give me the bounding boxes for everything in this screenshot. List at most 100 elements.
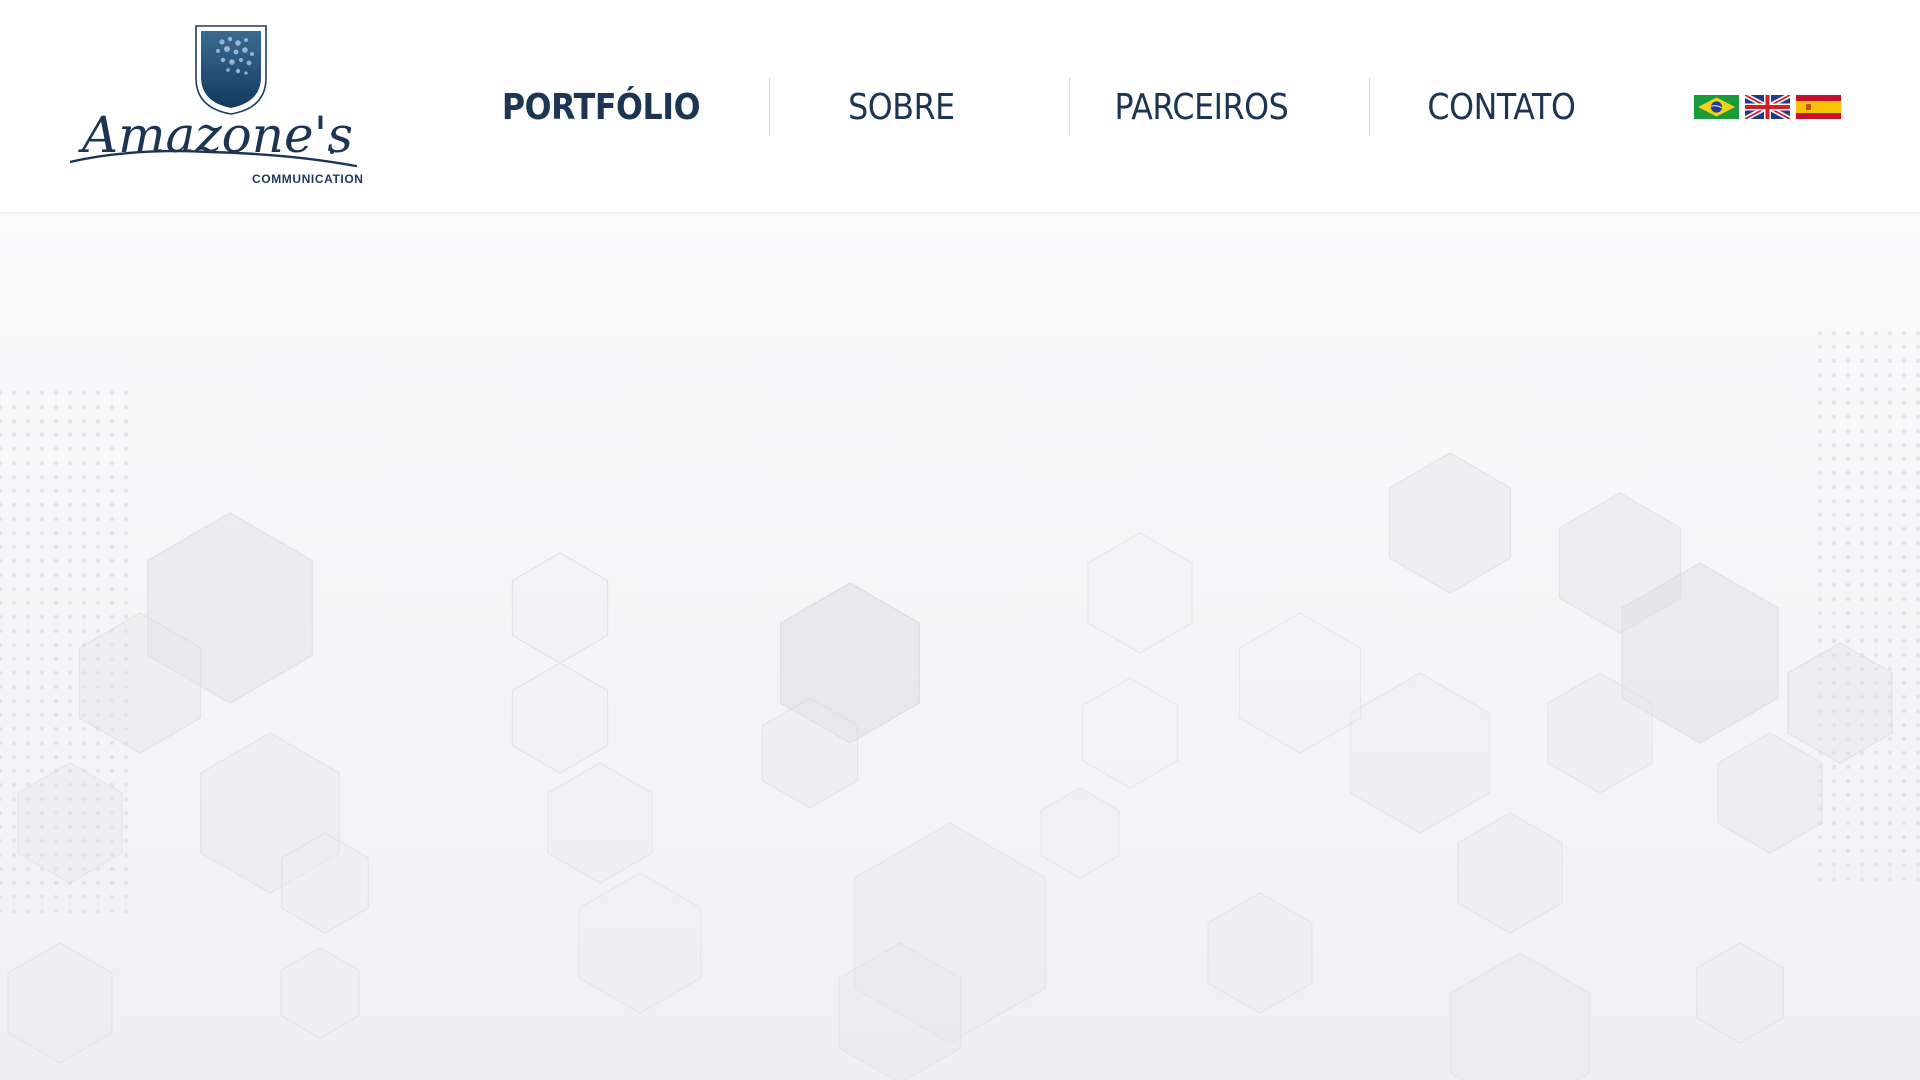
pattern-dot — [1831, 442, 1837, 448]
pattern-dot — [81, 586, 87, 592]
pattern-dot — [1845, 792, 1851, 798]
hexagon-shape — [1207, 892, 1313, 1014]
pattern-dot — [123, 908, 129, 914]
pattern-dot — [67, 754, 73, 760]
pattern-dot — [25, 656, 31, 662]
pattern-dot — [1887, 414, 1893, 420]
pattern-dot — [109, 586, 115, 592]
pattern-dot — [0, 698, 3, 704]
pattern-dot — [109, 544, 115, 550]
pattern-dot — [123, 600, 129, 606]
pattern-dot — [1915, 848, 1920, 854]
pattern-dot — [67, 656, 73, 662]
pattern-dot — [11, 824, 17, 830]
pattern-dot — [1901, 568, 1907, 574]
uk-flag-icon[interactable] — [1745, 95, 1790, 119]
pattern-dot — [1859, 554, 1865, 560]
pattern-dot — [1831, 540, 1837, 546]
hexagon-shape — [1081, 677, 1179, 789]
pattern-dot — [1873, 820, 1879, 826]
pattern-dot — [11, 404, 17, 410]
pattern-dot — [1887, 330, 1893, 336]
pattern-dot — [1859, 610, 1865, 616]
pattern-dot — [1831, 414, 1837, 420]
pattern-dot — [1859, 792, 1865, 798]
pattern-dot — [67, 474, 73, 480]
pattern-dot — [53, 726, 59, 732]
hexagon-shape — [511, 662, 609, 774]
pattern-dot — [1845, 638, 1851, 644]
pattern-dot — [1873, 554, 1879, 560]
pattern-dot — [1831, 358, 1837, 364]
pattern-dot — [1859, 876, 1865, 882]
pattern-dot — [1859, 344, 1865, 350]
pattern-dot — [123, 586, 129, 592]
pattern-dot — [1915, 624, 1920, 630]
pattern-dot — [1845, 554, 1851, 560]
pattern-dot — [11, 768, 17, 774]
pattern-dot — [0, 460, 3, 466]
pattern-dot — [109, 740, 115, 746]
pattern-dot — [1831, 526, 1837, 532]
spain-flag-icon[interactable] — [1796, 95, 1841, 119]
hexagon-shape — [1350, 672, 1490, 834]
pattern-dot — [1901, 554, 1907, 560]
pattern-dot — [1831, 554, 1837, 560]
brazil-flag-icon[interactable] — [1694, 95, 1739, 119]
pattern-dot — [95, 908, 101, 914]
nav-item-sobre[interactable]: SOBRE — [769, 78, 1033, 136]
pattern-dot — [1873, 372, 1879, 378]
nav-item-portfolio[interactable]: PORTFÓLIO — [469, 78, 733, 136]
pattern-dot — [11, 544, 17, 550]
pattern-dot — [1831, 624, 1837, 630]
pattern-dot — [0, 586, 3, 592]
pattern-dot — [53, 516, 59, 522]
hexagon-shape — [1717, 732, 1823, 854]
site-header: Amazone's COMMUNICATION PORTFÓLIO SOBRE … — [0, 0, 1920, 213]
pattern-dot — [1915, 792, 1920, 798]
pattern-dot — [1887, 568, 1893, 574]
pattern-dot — [1915, 582, 1920, 588]
logo-link[interactable]: Amazone's COMMUNICATION — [70, 22, 380, 192]
pattern-dot — [53, 432, 59, 438]
pattern-dot — [25, 628, 31, 634]
pattern-dot — [1901, 512, 1907, 518]
hexagon-shape — [1040, 787, 1120, 879]
pattern-dot — [53, 446, 59, 452]
pattern-dot — [1873, 568, 1879, 574]
pattern-dot — [25, 404, 31, 410]
pattern-dot — [109, 474, 115, 480]
pattern-dot — [1873, 414, 1879, 420]
pattern-dot — [109, 558, 115, 564]
pattern-dot — [25, 670, 31, 676]
pattern-dot — [81, 418, 87, 424]
nav-item-parceiros[interactable]: PARCEIROS — [1069, 78, 1333, 136]
nav-item-contato[interactable]: CONTATO — [1369, 78, 1633, 136]
pattern-dot — [1901, 582, 1907, 588]
pattern-dot — [1859, 456, 1865, 462]
pattern-dot — [67, 488, 73, 494]
pattern-dot — [0, 642, 3, 648]
pattern-dot — [1887, 344, 1893, 350]
pattern-dot — [1887, 512, 1893, 518]
pattern-dot — [0, 838, 3, 844]
pattern-dot — [81, 390, 87, 396]
pattern-dot — [95, 558, 101, 564]
pattern-dot — [1901, 442, 1907, 448]
pattern-dot — [67, 684, 73, 690]
pattern-dot — [1831, 582, 1837, 588]
pattern-dot — [1901, 680, 1907, 686]
pattern-dot — [123, 852, 129, 858]
pattern-dot — [1859, 638, 1865, 644]
pattern-dot — [1873, 596, 1879, 602]
pattern-dot — [53, 600, 59, 606]
pattern-dot — [1817, 596, 1823, 602]
pattern-dot — [39, 768, 45, 774]
pattern-dot — [1901, 498, 1907, 504]
pattern-dot — [109, 600, 115, 606]
pattern-dot — [1859, 428, 1865, 434]
pattern-dot — [123, 810, 129, 816]
pattern-dot — [1873, 806, 1879, 812]
pattern-dot — [1915, 330, 1920, 336]
pattern-dot — [95, 600, 101, 606]
